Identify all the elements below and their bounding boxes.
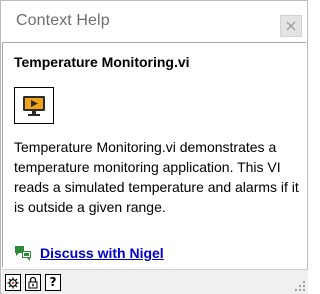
bottom-toolbar: ?	[2, 269, 308, 294]
lock-button[interactable]	[25, 274, 41, 291]
close-icon	[286, 21, 296, 31]
chat-bubbles-icon	[15, 246, 31, 261]
lock-icon	[28, 276, 38, 289]
context-help-window: Context Help Temperature Monitoring.vi T…	[0, 0, 308, 294]
detailed-help-icon: ?	[49, 275, 57, 289]
resize-grip-icon[interactable]	[294, 280, 306, 292]
detailed-help-button[interactable]: ?	[45, 274, 61, 291]
show-optional-terminals-button[interactable]	[5, 274, 21, 291]
show-optional-terminals-icon	[7, 277, 19, 288]
vi-description: Temperature Monitoring.vi demonstrates a…	[14, 139, 299, 215]
title-bar[interactable]: Context Help	[1, 1, 307, 43]
help-content: Temperature Monitoring.vi Temperature Mo…	[2, 42, 306, 267]
discuss-link[interactable]: Discuss with Nigel	[40, 245, 164, 261]
vi-name-heading: Temperature Monitoring.vi	[14, 54, 190, 70]
discuss-link-row[interactable]: Discuss with Nigel	[14, 243, 164, 263]
vi-monitor-icon	[14, 87, 54, 124]
close-button[interactable]	[280, 15, 302, 37]
window-title: Context Help	[16, 12, 110, 29]
